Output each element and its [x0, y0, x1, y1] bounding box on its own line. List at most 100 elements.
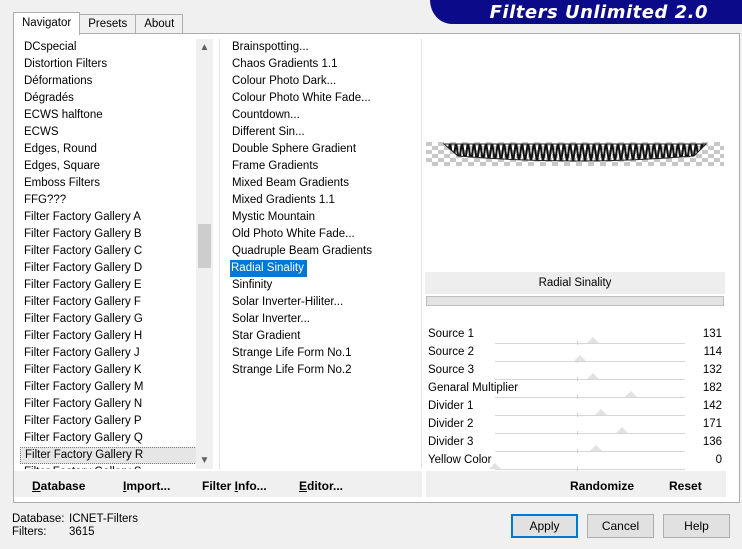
slider-knob[interactable] — [587, 373, 600, 379]
parameter-slider[interactable] — [495, 361, 685, 362]
category-item[interactable]: Emboss Filters — [20, 175, 213, 192]
parameter-value: 171 — [702, 418, 722, 430]
scroll-down-icon[interactable]: ▼ — [196, 452, 213, 469]
parameter-row: Yellow Color 0 — [425, 453, 725, 471]
title-banner: Filters Unlimited 2.0 — [430, 0, 742, 24]
filter-item[interactable]: Different Sin... — [228, 124, 418, 141]
category-item[interactable]: Edges, Square — [20, 158, 213, 175]
cancel-button[interactable]: Cancel — [587, 514, 654, 538]
filter-item[interactable]: Brainspotting... — [228, 39, 418, 56]
category-item[interactable]: Distortion Filters — [20, 56, 213, 73]
filter-item[interactable]: Mixed Gradients 1.1 — [228, 192, 418, 209]
parameter-slider[interactable] — [495, 379, 685, 380]
filter-item[interactable]: Frame Gradients — [228, 158, 418, 175]
category-item[interactable]: ECWS halftone — [20, 107, 213, 124]
tab-about[interactable]: About — [135, 14, 184, 34]
category-item[interactable]: Filter Factory Gallery E — [20, 277, 213, 294]
filters-count: 3615 — [69, 526, 95, 538]
help-button[interactable]: Help — [663, 514, 730, 538]
parameter-name: Genaral Multiplier — [428, 382, 519, 394]
filter-item[interactable]: Countdown... — [228, 107, 418, 124]
filter-info-button[interactable]: Filter Info... — [202, 479, 267, 493]
database-label: Database: — [12, 513, 65, 525]
filter-item[interactable]: Quadruple Beam Gradients — [228, 243, 418, 260]
category-item[interactable]: Filter Factory Gallery D — [20, 260, 213, 277]
tab-navigator[interactable]: Navigator — [13, 12, 81, 35]
parameter-slider[interactable] — [495, 433, 685, 434]
category-item[interactable]: Dégradés — [20, 90, 213, 107]
category-list[interactable]: DCspecial Distortion Filters Déformations D… — [20, 39, 213, 469]
parameter-value: 136 — [702, 436, 722, 448]
filter-item[interactable]: Mixed Beam Gradients — [228, 175, 418, 192]
category-item[interactable]: Filter Factory Gallery A — [20, 209, 213, 226]
filter-item[interactable]: Solar Inverter... — [228, 311, 418, 328]
slider-knob[interactable] — [573, 355, 586, 361]
category-item[interactable]: Filter Factory Gallery P — [20, 413, 213, 430]
filter-item[interactable]: Sinfinity — [228, 277, 418, 294]
category-scrollbar[interactable]: ▲ ▼ — [196, 39, 213, 469]
slider-knob[interactable] — [586, 337, 599, 343]
database-value: ICNET-Filters — [69, 513, 138, 525]
scroll-thumb[interactable] — [198, 224, 211, 268]
category-item[interactable]: Filter Factory Gallery K — [20, 362, 213, 379]
category-item[interactable]: Filter Factory Gallery M — [20, 379, 213, 396]
parameter-value: 131 — [702, 328, 722, 340]
randomize-button[interactable]: Randomize — [570, 479, 634, 493]
parameter-row: Divider 2 171 — [425, 417, 725, 435]
apply-button[interactable]: Apply — [511, 514, 578, 538]
preview-panel — [424, 39, 725, 272]
category-item[interactable]: Filter Factory Gallery Q — [20, 430, 213, 447]
navigator-button-bar: Database Import... Filter Info... Editor… — [14, 471, 422, 497]
filter-item[interactable]: Strange Life Form No.1 — [228, 345, 418, 362]
database-button[interactable]: Database — [32, 479, 85, 493]
parameter-slider[interactable] — [495, 469, 685, 470]
slider-knob[interactable] — [590, 445, 603, 451]
category-item[interactable]: Filter Factory Gallery B — [20, 226, 213, 243]
scroll-up-icon[interactable]: ▲ — [196, 39, 213, 56]
category-item[interactable]: Filter Factory Gallery R — [20, 447, 213, 464]
filter-item[interactable]: Mystic Mountain — [228, 209, 418, 226]
parameter-name: Source 1 — [428, 328, 475, 340]
parameter-name: Divider 1 — [428, 400, 474, 412]
parameter-value: 142 — [702, 400, 722, 412]
category-item[interactable]: FFG??? — [20, 192, 213, 209]
parameter-slider[interactable] — [495, 451, 685, 452]
filter-item[interactable]: Colour Photo Dark... — [228, 73, 418, 90]
category-item[interactable]: ECWS — [20, 124, 213, 141]
parameter-row: Genaral Multiplier 182 — [425, 381, 725, 399]
category-item[interactable]: Filter Factory Gallery S — [20, 464, 213, 469]
category-item[interactable]: DCspecial — [20, 39, 213, 56]
category-item[interactable]: Edges, Round — [20, 141, 213, 158]
filter-list[interactable]: Brainspotting... Chaos Gradients 1.1 Colou… — [228, 39, 418, 469]
filter-item[interactable]: Strange Life Form No.2 — [228, 362, 418, 379]
slider-knob[interactable] — [616, 427, 629, 433]
filter-item[interactable]: Solar Inverter-Hiliter... — [228, 294, 418, 311]
parameter-value: 114 — [703, 346, 722, 358]
filter-item[interactable]: Old Photo White Fade... — [228, 226, 418, 243]
parameter-slider[interactable] — [495, 415, 685, 416]
reset-button[interactable]: Reset — [669, 479, 702, 493]
category-item[interactable]: Filter Factory Gallery F — [20, 294, 213, 311]
category-item[interactable]: Filter Factory Gallery G — [20, 311, 213, 328]
filter-item[interactable]: Star Gradient — [228, 328, 418, 345]
filter-item[interactable]: Colour Photo White Fade... — [228, 90, 418, 107]
banner-title: Filters Unlimited 2.0 — [489, 2, 708, 23]
editor-button[interactable]: Editor... — [299, 479, 343, 493]
category-item[interactable]: Filter Factory Gallery C — [20, 243, 213, 260]
parameter-value: 0 — [715, 454, 722, 466]
category-item[interactable]: Filter Factory Gallery H — [20, 328, 213, 345]
parameter-slider[interactable] — [495, 397, 685, 398]
parameter-slider[interactable] — [495, 343, 685, 344]
tab-presets[interactable]: Presets — [79, 14, 137, 34]
slider-knob[interactable] — [594, 409, 607, 415]
filter-item[interactable]: Chaos Gradients 1.1 — [228, 56, 418, 73]
slider-knob[interactable] — [624, 391, 637, 397]
parameter-name: Divider 2 — [428, 418, 474, 430]
filter-item[interactable]: Double Sphere Gradient — [228, 141, 418, 158]
category-item[interactable]: Filter Factory Gallery J — [20, 345, 213, 362]
slider-knob[interactable] — [489, 463, 501, 469]
import-button[interactable]: Import... — [123, 479, 170, 493]
category-item[interactable]: Filter Factory Gallery N — [20, 396, 213, 413]
category-item[interactable]: Déformations — [20, 73, 213, 90]
filter-item[interactable]: Radial Sinality — [228, 260, 418, 277]
